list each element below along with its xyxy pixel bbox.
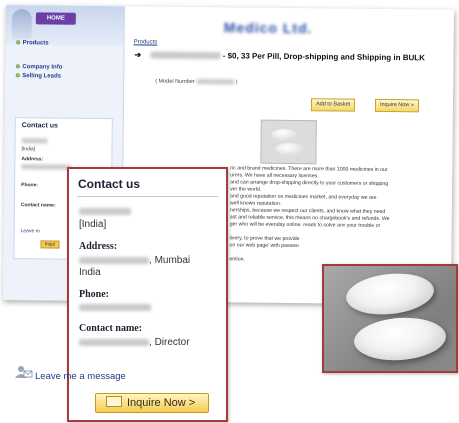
sidebar-item-selling-leads[interactable]: ⊕ Selling Leads: [15, 72, 61, 79]
pill-photo: [322, 264, 458, 373]
inquire-now-button-small[interactable]: Inquire Now »: [374, 98, 419, 113]
company-name-blurred: Medico Ltd.: [223, 19, 313, 37]
address-country: India: [79, 267, 101, 278]
sidebar-item-products[interactable]: ⊕ Products: [16, 39, 49, 46]
divider: [77, 196, 218, 197]
home-button[interactable]: HOME: [35, 12, 76, 25]
sidebar-message-link[interactable]: Leave m: [21, 228, 40, 234]
logo-figure-icon: [11, 9, 32, 40]
address-line: , Mumbai: [79, 255, 190, 266]
mail-icon: [106, 396, 122, 407]
sidebar-address-label: Address:: [21, 156, 44, 163]
inquire-now-button[interactable]: Inquire Now >: [95, 393, 209, 413]
sidebar-contact-title: Contact us: [21, 122, 58, 130]
leave-message-link[interactable]: Leave me a message: [35, 371, 126, 382]
contact-name-label: Contact name:: [79, 323, 143, 334]
contact-us-callout: Contact us [India] Address: , Mumbai Ind…: [67, 167, 228, 422]
product-thumbnail: [260, 119, 317, 165]
add-to-basket-button[interactable]: Add to Basket: [310, 98, 356, 112]
sidebar-inquire-button[interactable]: Inqui: [40, 240, 60, 249]
product-description: ric and brand medicines. There are more …: [229, 165, 390, 263]
address-label: Address:: [79, 241, 118, 252]
breadcrumb[interactable]: Products: [134, 39, 158, 45]
contact-country: [India]: [79, 219, 107, 230]
sidebar-country: [India]: [21, 146, 36, 153]
sidebar-phone-label: Phone:: [21, 182, 39, 189]
envelope-person-icon: [15, 366, 33, 378]
contact-name-line: , Director: [79, 337, 190, 348]
model-number: ( Model Number ): [155, 78, 238, 86]
contact-title: Contact us: [78, 177, 141, 191]
arrow-icon: ➔: [134, 50, 142, 60]
phone-label: Phone:: [79, 289, 109, 300]
sidebar-contact-label: Contact name:: [20, 202, 56, 209]
sidebar-item-company-info[interactable]: ⊕ Company Info: [15, 63, 62, 70]
company-name-blurred: [79, 207, 131, 218]
phone-value-blurred: [79, 303, 151, 314]
product-title: ➔ - $0, 33 Per Pill, Drop-shipping and S…: [134, 50, 425, 63]
